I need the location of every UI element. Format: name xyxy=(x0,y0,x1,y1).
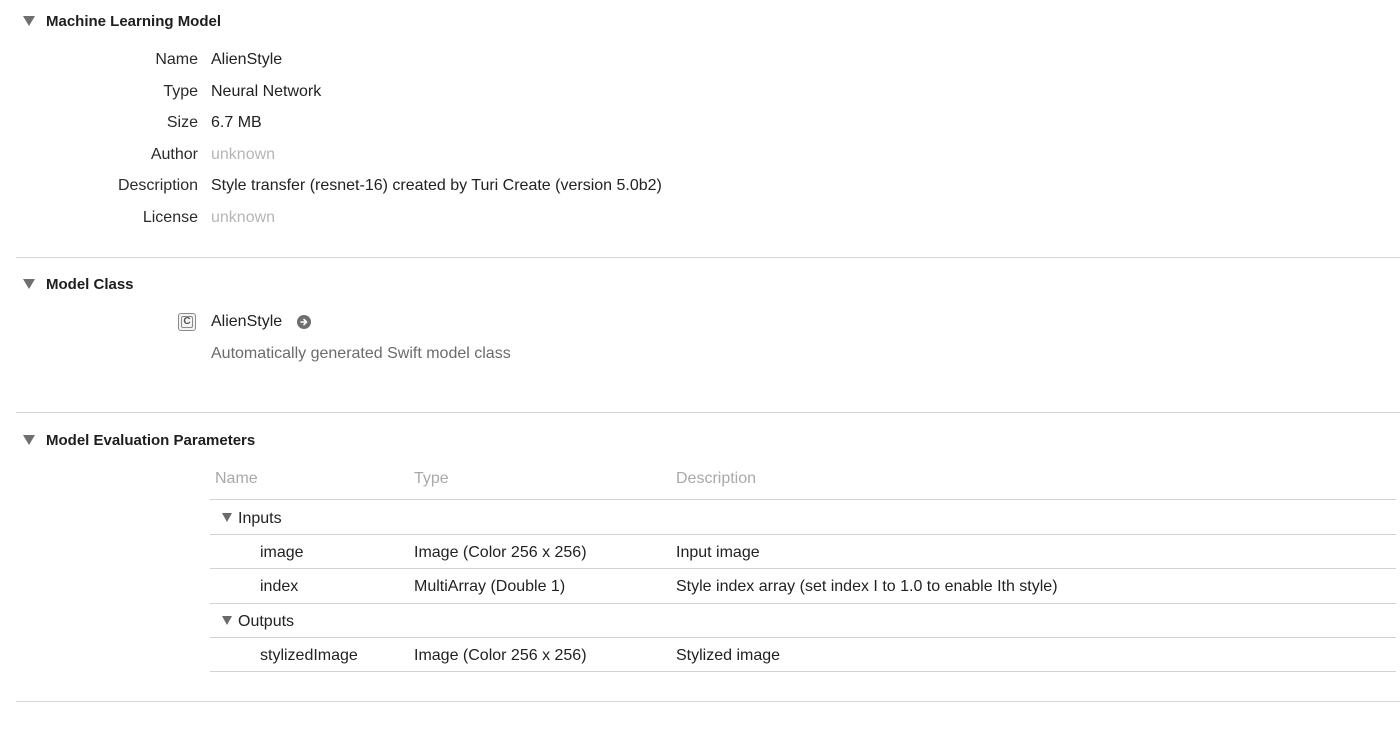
class-icon: C xyxy=(178,313,196,331)
field-value-author: unknown xyxy=(211,146,276,163)
disclosure-triangle-icon[interactable] xyxy=(222,616,232,625)
navigate-arrow-icon[interactable] xyxy=(297,315,311,329)
param-type-image: Image (Color 256 x 256) xyxy=(414,544,587,561)
disclosure-triangle-icon[interactable] xyxy=(222,513,232,522)
model-class-subtitle: Automatically generated Swift model clas… xyxy=(211,345,511,362)
column-header-description[interactable]: Description xyxy=(676,470,756,488)
field-value-name: AlienStyle xyxy=(211,51,283,68)
field-label-name: Name xyxy=(155,51,198,68)
row-separator xyxy=(210,499,1396,500)
section-divider xyxy=(16,701,1400,702)
group-label-inputs: Inputs xyxy=(238,510,282,527)
field-value-description: Style transfer (resnet-16) created by Tu… xyxy=(211,177,662,194)
disclosure-triangle-icon[interactable] xyxy=(23,16,35,26)
row-separator xyxy=(210,534,1396,535)
field-value-type: Neural Network xyxy=(211,83,322,100)
param-description-stylizedimage: Stylized image xyxy=(676,647,781,664)
column-header-name[interactable]: Name xyxy=(215,470,258,488)
param-description-image: Input image xyxy=(676,544,760,561)
param-name-index: index xyxy=(260,578,299,595)
group-label-outputs: Outputs xyxy=(238,613,295,630)
param-name-image: image xyxy=(260,544,304,561)
row-separator xyxy=(210,671,1396,672)
section-title-model-class: Model Class xyxy=(46,276,134,293)
row-separator xyxy=(210,568,1396,569)
field-label-description: Description xyxy=(117,177,198,194)
field-value-license: unknown xyxy=(211,209,276,226)
row-separator xyxy=(210,637,1396,638)
class-icon-letter: C xyxy=(181,316,193,328)
arrow-right-icon xyxy=(300,318,308,326)
disclosure-triangle-icon[interactable] xyxy=(23,435,35,445)
model-class-name: AlienStyle xyxy=(211,313,283,330)
section-title-model-evaluation-parameters: Model Evaluation Parameters xyxy=(46,432,256,449)
param-name-stylizedimage: stylizedImage xyxy=(260,647,358,664)
section-divider xyxy=(16,412,1400,413)
param-description-index: Style index array (set index I to 1.0 to… xyxy=(676,578,1058,595)
param-type-stylizedimage: Image (Color 256 x 256) xyxy=(414,647,587,664)
field-value-size: 6.7 MB xyxy=(211,114,262,131)
column-header-type[interactable]: Type xyxy=(414,470,449,488)
row-separator xyxy=(210,603,1396,604)
field-label-type: Type xyxy=(163,83,198,100)
section-title-machine-learning-model: Machine Learning Model xyxy=(46,13,222,30)
section-divider xyxy=(16,257,1400,258)
field-label-size: Size xyxy=(166,114,198,131)
disclosure-triangle-icon[interactable] xyxy=(23,279,35,289)
field-label-license: License xyxy=(142,209,198,226)
field-label-author: Author xyxy=(150,146,198,163)
param-type-index: MultiArray (Double 1) xyxy=(414,578,566,595)
